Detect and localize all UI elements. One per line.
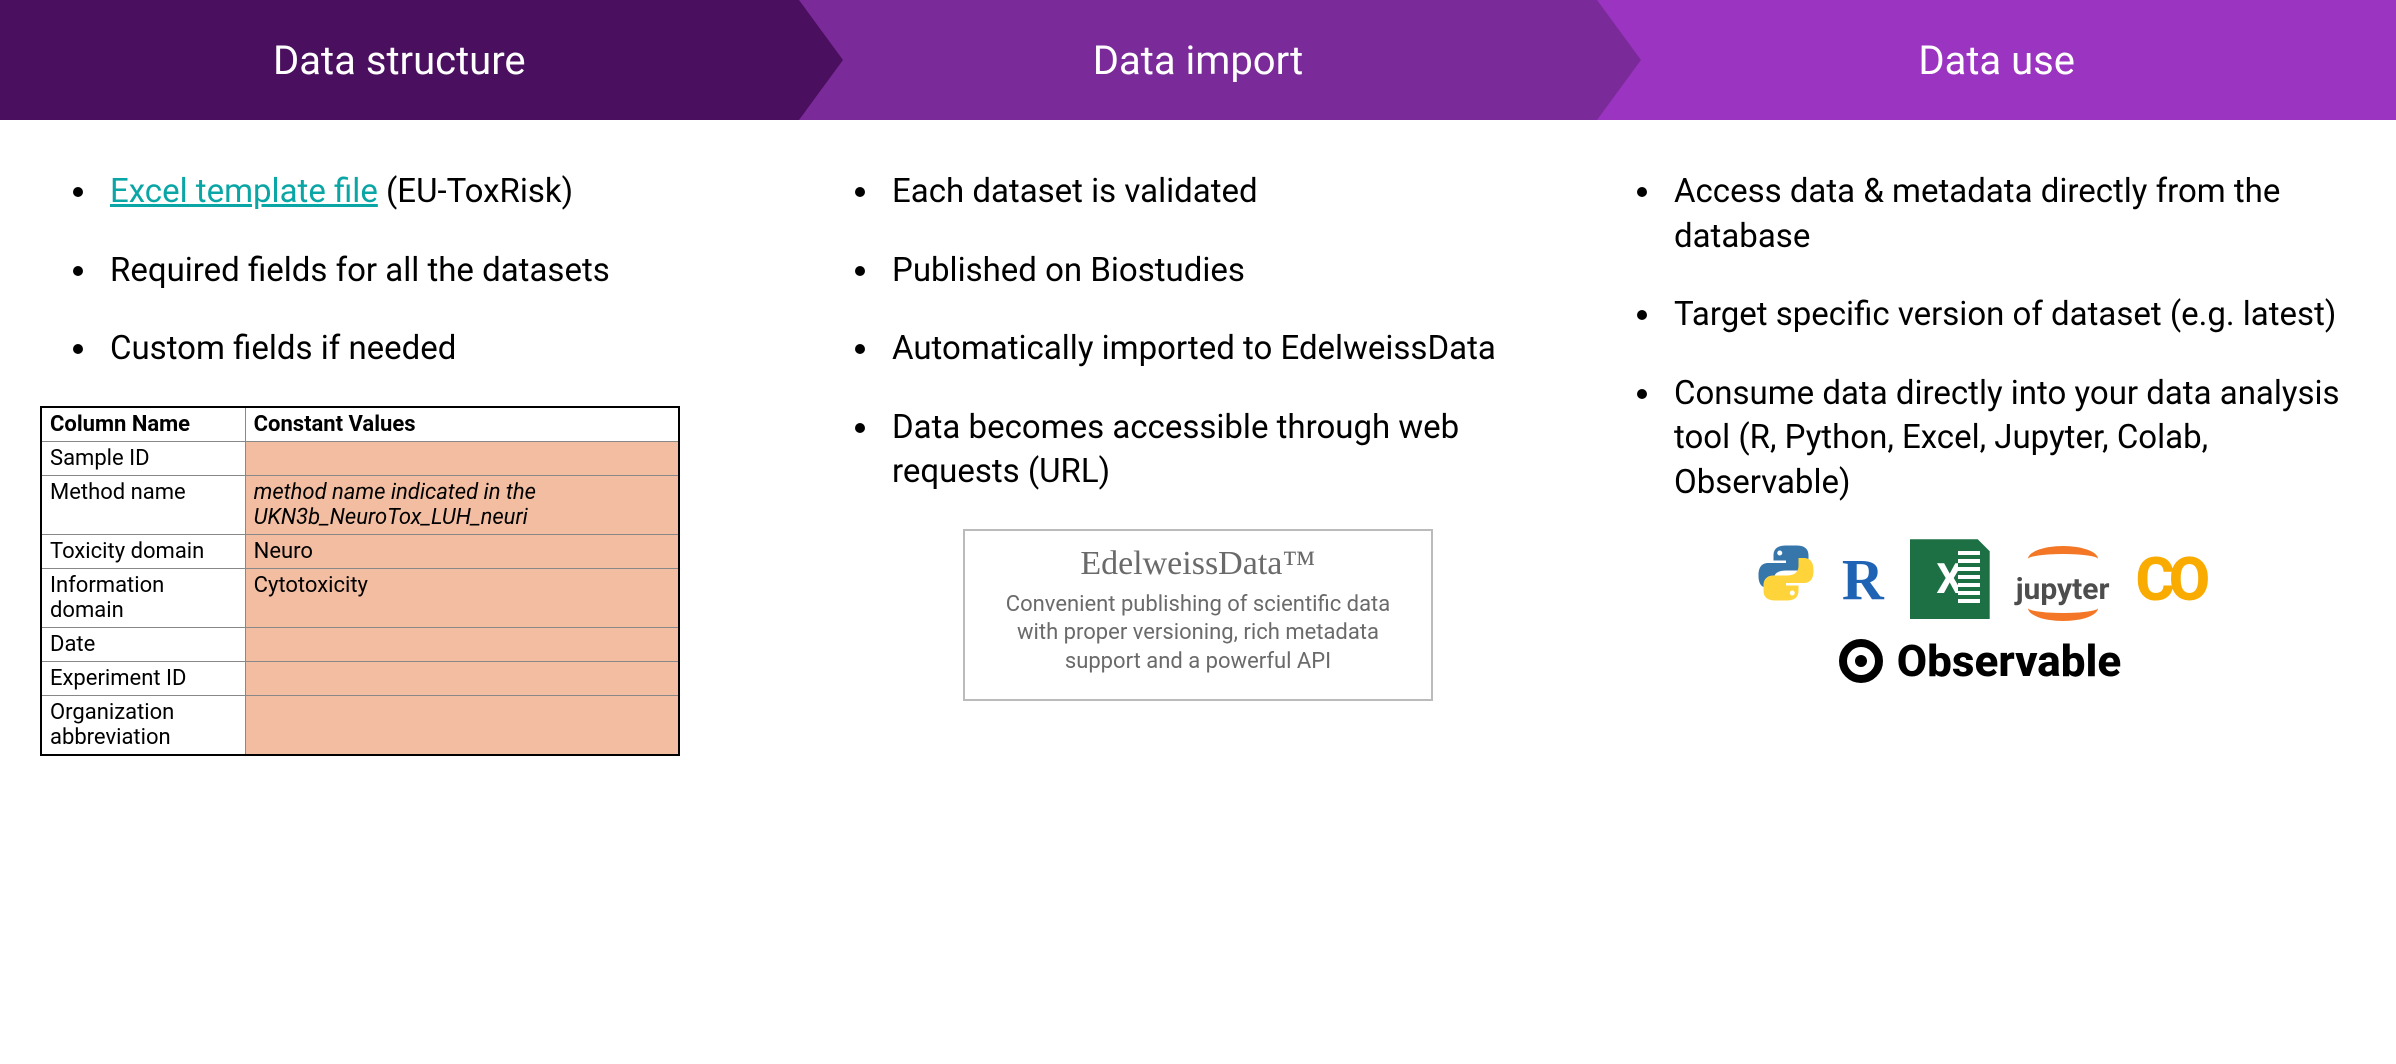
list-item: Target specific version of dataset (e.g.… — [1664, 293, 2356, 338]
arrow-label: Data use — [1918, 37, 2075, 84]
table-cell: Organization abbreviation — [41, 695, 245, 755]
colab-icon: CO — [2135, 544, 2204, 615]
bullet-list: Each dataset is validated Published on B… — [822, 170, 1574, 495]
edelweiss-title: EdelweissData™ — [983, 545, 1413, 583]
table-cell: Information domain — [41, 568, 245, 627]
observable-label: Observable — [1897, 635, 2122, 687]
table-cell: Method name — [41, 475, 245, 534]
edelweiss-description: Convenient publishing of scientific data… — [983, 591, 1413, 677]
table-cell: Date — [41, 627, 245, 661]
bullet-list: Access data & metadata directly from the… — [1604, 170, 2356, 505]
python-svg-icon — [1756, 543, 1816, 603]
table-cell: Sample ID — [41, 441, 245, 475]
columns-container: Excel template file (EU-ToxRisk) Require… — [0, 120, 2396, 756]
link-suffix: (EU-ToxRisk) — [378, 172, 573, 211]
table-cell: method name indicated in the UKN3b_Neuro… — [245, 475, 679, 534]
table-cell — [245, 695, 679, 755]
bullet-list: Excel template file (EU-ToxRisk) Require… — [40, 170, 792, 372]
table-header: Column Name — [41, 407, 245, 442]
column-data-use: Access data & metadata directly from the… — [1604, 170, 2356, 756]
table-cell: Toxicity domain — [41, 534, 245, 568]
table-header: Constant Values — [245, 407, 679, 442]
list-item: Each dataset is validated — [882, 170, 1574, 215]
table-cell — [245, 441, 679, 475]
list-item: Custom fields if needed — [100, 327, 792, 372]
arrow-label: Data import — [1093, 37, 1303, 84]
arrow-label: Data structure — [273, 37, 526, 84]
python-icon — [1756, 543, 1816, 615]
table-row: Toxicity domain Neuro — [41, 534, 679, 568]
jupyter-icon: jupyter — [2016, 552, 2110, 607]
table-row: Information domain Cytotoxicity — [41, 568, 679, 627]
table-cell: Neuro — [245, 534, 679, 568]
table-header-row: Column Name Constant Values — [41, 407, 679, 442]
list-item: Published on Biostudies — [882, 249, 1574, 294]
fields-table: Column Name Constant Values Sample ID Me… — [40, 406, 680, 756]
arrow-step-data-import: Data import — [799, 0, 1598, 120]
list-item: Access data & metadata directly from the… — [1664, 170, 2356, 259]
list-item: Excel template file (EU-ToxRisk) — [100, 170, 792, 215]
list-item: Required fields for all the datasets — [100, 249, 792, 294]
table-row: Organization abbreviation — [41, 695, 679, 755]
table-cell: Experiment ID — [41, 661, 245, 695]
observable-logo-row: Observable — [1604, 635, 2356, 687]
column-data-structure: Excel template file (EU-ToxRisk) Require… — [40, 170, 792, 756]
r-icon: R — [1842, 546, 1884, 613]
table-cell — [245, 627, 679, 661]
table-row: Method name method name indicated in the… — [41, 475, 679, 534]
list-item: Consume data directly into your data ana… — [1664, 372, 2356, 506]
excel-icon: X — [1910, 539, 1990, 619]
column-data-import: Each dataset is validated Published on B… — [822, 170, 1574, 756]
table-row: Date — [41, 627, 679, 661]
arrow-step-data-use: Data use — [1597, 0, 2396, 120]
arrow-step-data-structure: Data structure — [0, 0, 799, 120]
list-item: Data becomes accessible through web requ… — [882, 406, 1574, 495]
edelweiss-box: EdelweissData™ Convenient publishing of … — [963, 529, 1433, 701]
tool-logos-row: R X jupyter CO — [1604, 539, 2356, 619]
excel-template-link[interactable]: Excel template file — [110, 172, 378, 211]
process-arrow-bar: Data structure Data import Data use — [0, 0, 2396, 120]
observable-icon — [1839, 639, 1883, 683]
table-cell — [245, 661, 679, 695]
table-row: Sample ID — [41, 441, 679, 475]
table-row: Experiment ID — [41, 661, 679, 695]
list-item: Automatically imported to EdelweissData — [882, 327, 1574, 372]
table-cell: Cytotoxicity — [245, 568, 679, 627]
